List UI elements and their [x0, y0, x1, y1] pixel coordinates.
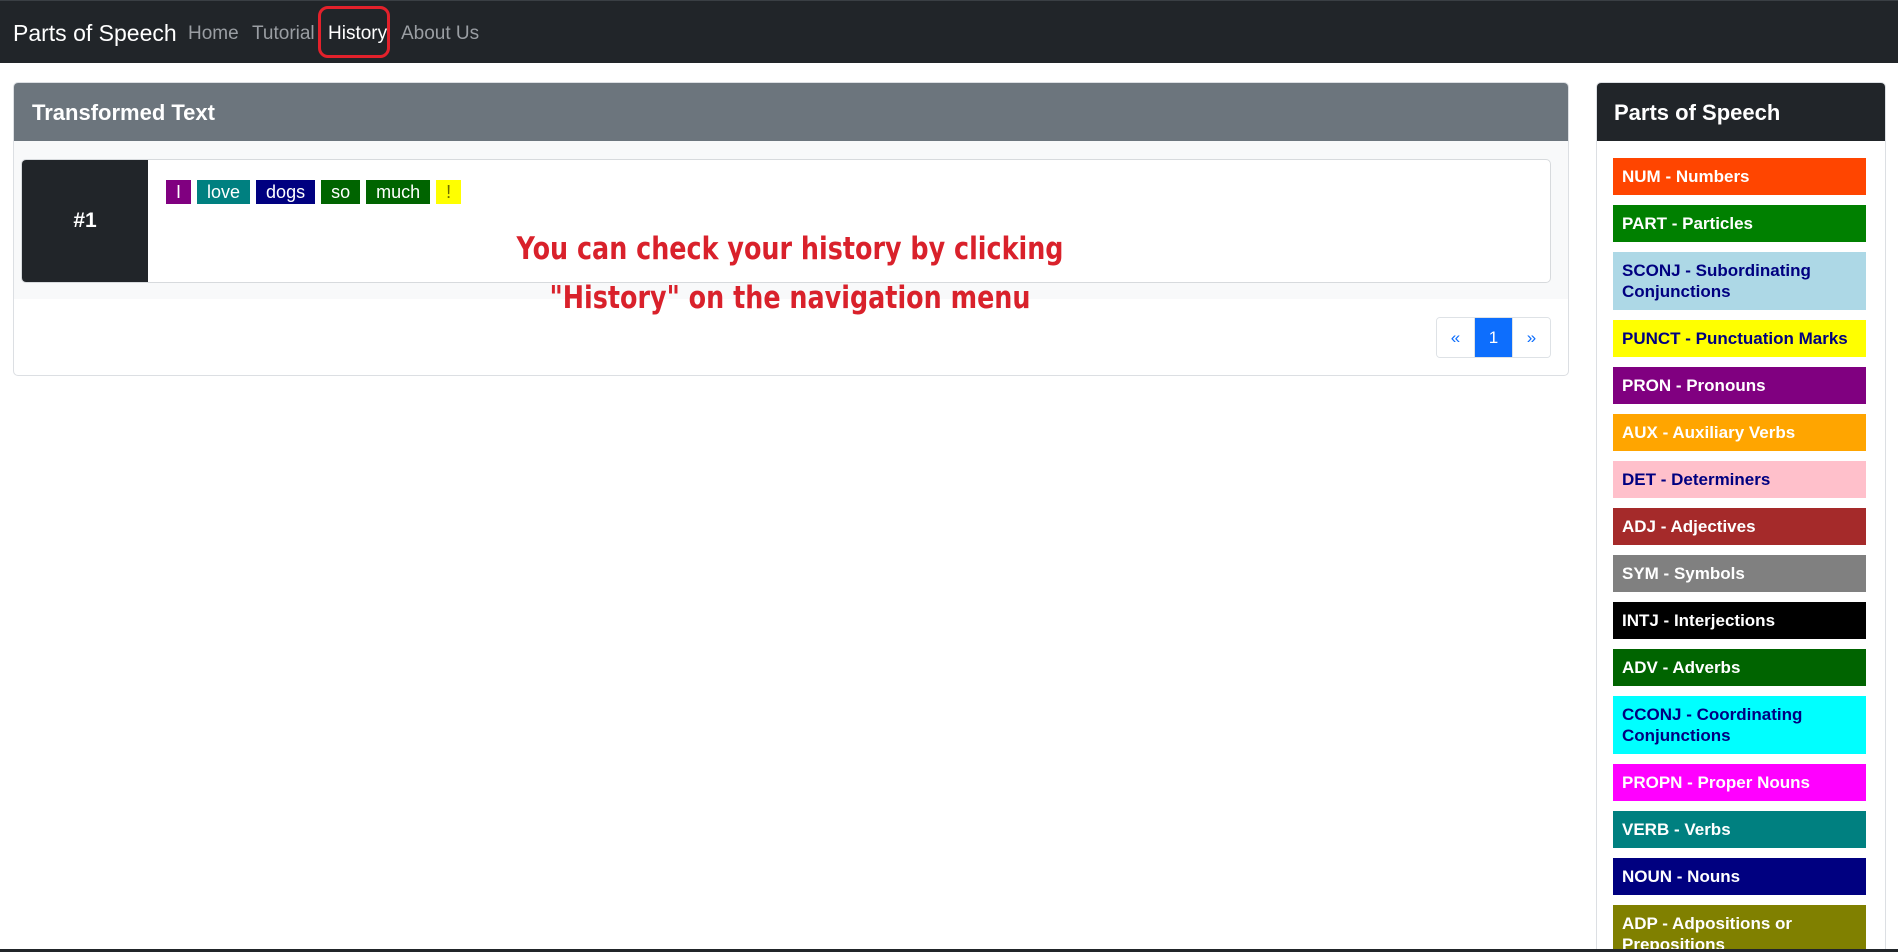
- legend-item-adp: ADP - Adpositions or Prepositions: [1613, 905, 1866, 951]
- pagination-prev[interactable]: «: [1437, 318, 1474, 357]
- legend-item-punct: PUNCT - Punctuation Marks: [1613, 320, 1866, 357]
- transformed-text-header: Transformed Text: [14, 83, 1568, 141]
- navbar-brand[interactable]: Parts of Speech: [13, 20, 177, 47]
- legend-item-propn: PROPN - Proper Nouns: [1613, 764, 1866, 801]
- legend-item-cconj: CCONJ - Coordinating Conjunctions: [1613, 696, 1866, 754]
- legend-item-noun: NOUN - Nouns: [1613, 858, 1866, 895]
- legend-item-adj: ADJ - Adjectives: [1613, 508, 1866, 545]
- nav-link-home[interactable]: Home: [188, 23, 239, 45]
- pagination-next[interactable]: »: [1512, 318, 1550, 357]
- entry-number: #1: [22, 160, 148, 282]
- legend-item-adv: ADV - Adverbs: [1613, 649, 1866, 686]
- annotation-line-2: "History" on the navigation menu: [549, 280, 1031, 316]
- token-adv: much: [366, 180, 431, 204]
- legend-item-sconj: SCONJ - Subordinating Conjunctions: [1613, 252, 1866, 310]
- legend-item-pron: PRON - Pronouns: [1613, 367, 1866, 404]
- parts-of-speech-legend: Parts of Speech NUM - Numbers PART - Part…: [1596, 82, 1886, 952]
- nav-link-about-us[interactable]: About Us: [401, 23, 479, 45]
- legend-item-intj: INTJ - Interjections: [1613, 602, 1866, 639]
- pagination: « 1 »: [1436, 317, 1551, 358]
- history-highlight-ring: [318, 6, 390, 58]
- token-punct: !: [436, 180, 462, 204]
- annotation-line-1: You can check your history by clicking: [516, 231, 1064, 267]
- token-verb: love: [197, 180, 251, 204]
- nav-link-tutorial[interactable]: Tutorial: [252, 23, 315, 45]
- tagged-tokens: Ilove dogs so much!: [166, 180, 462, 204]
- legend-item-part: PART - Particles: [1613, 205, 1866, 242]
- token-noun: dogs: [256, 180, 316, 204]
- legend-item-verb: VERB - Verbs: [1613, 811, 1866, 848]
- history-annotation: You can check your history by clicking "…: [503, 225, 1077, 323]
- legend-item-sym: SYM - Symbols: [1613, 555, 1866, 592]
- navbar: Parts of Speech Home Tutorial History Ab…: [0, 0, 1898, 63]
- pagination-page-1[interactable]: 1: [1474, 318, 1512, 357]
- token-adv: so: [321, 180, 361, 204]
- legend-item-det: DET - Determiners: [1613, 461, 1866, 498]
- legend-item-aux: AUX - Auxiliary Verbs: [1613, 414, 1866, 451]
- legend-item-num: NUM - Numbers: [1613, 158, 1866, 195]
- legend-title: Parts of Speech: [1597, 83, 1885, 141]
- token-pron: I: [166, 180, 192, 204]
